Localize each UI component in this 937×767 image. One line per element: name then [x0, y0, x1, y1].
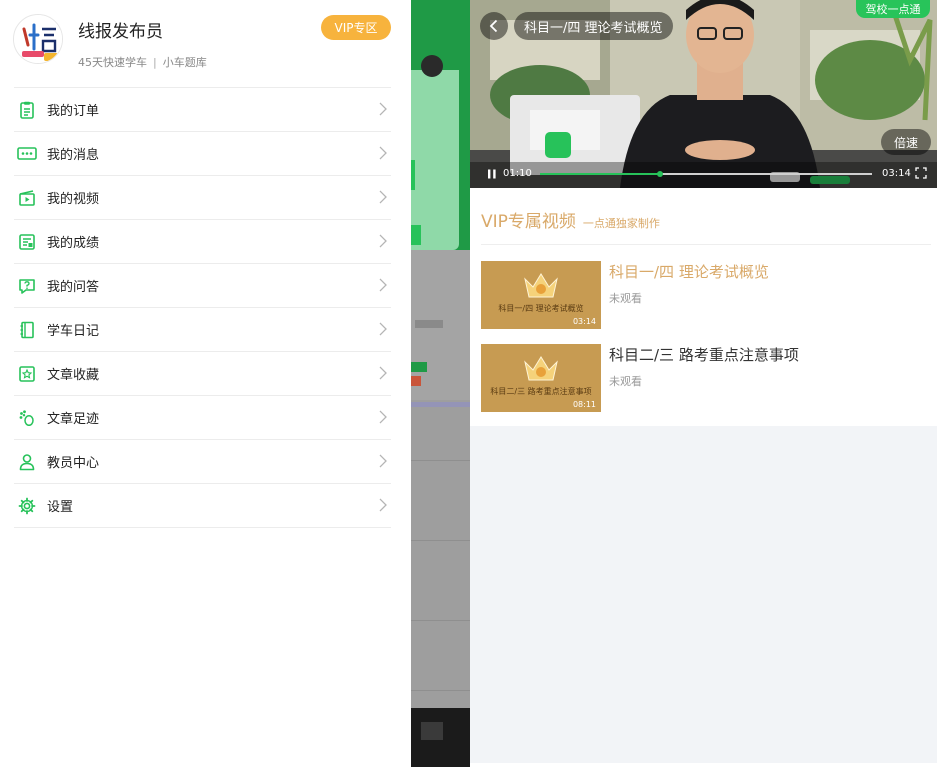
- menu-item-favorites[interactable]: 文章收藏: [14, 352, 391, 396]
- video-item-title: 科目一/四 理论考试概览: [609, 263, 769, 281]
- menu-item-qa[interactable]: 我的问答: [14, 264, 391, 308]
- qa-icon: [17, 276, 37, 296]
- progress-handle[interactable]: [656, 171, 663, 177]
- chevron-right-icon: [379, 454, 387, 468]
- crown-icon: [524, 356, 558, 381]
- menu-item-footprints[interactable]: 文章足迹: [14, 396, 391, 440]
- chevron-right-icon: [379, 278, 387, 292]
- crown-icon: [524, 273, 558, 298]
- user-stats: 45天快速学车 | 小车题库: [78, 54, 207, 70]
- section-subtitle: 一点通独家制作: [582, 217, 660, 230]
- chevron-right-icon: [379, 498, 387, 512]
- video-icon: [17, 188, 37, 208]
- menu-item-coach-center[interactable]: 教员中心: [14, 440, 391, 484]
- empty-area: [470, 426, 937, 763]
- chevron-right-icon: [379, 146, 387, 160]
- section-divider: [481, 244, 931, 245]
- fullscreen-icon[interactable]: [915, 167, 927, 179]
- menu-label-orders: 我的订单: [47, 104, 100, 119]
- progress-slider[interactable]: [540, 171, 872, 177]
- drawer-menu: 我的订单 我的消息 我的视频 我的成绩 我的问答 学车日记 文章收藏 文章足迹 …: [14, 87, 391, 528]
- menu-label-footprints: 文章足迹: [47, 412, 100, 427]
- chevron-right-icon: [379, 322, 387, 336]
- menu-label-videos: 我的视频: [47, 192, 100, 207]
- order-icon: [17, 100, 37, 120]
- diary-icon: [17, 320, 37, 340]
- progress-fill: [540, 173, 660, 175]
- thumbnail-caption: 科目一/四 理论考试概览: [498, 304, 584, 313]
- stat-learn-days: 45天快速学车: [78, 56, 147, 69]
- video-list-item[interactable]: 科目一/四 理论考试概览 03:14 科目一/四 理论考试概览 未观看: [481, 261, 931, 329]
- thumbnail-caption: 科目二/三 路考重点注意事项: [490, 387, 592, 396]
- menu-label-diary: 学车日记: [47, 324, 100, 339]
- chevron-right-icon: [379, 190, 387, 204]
- current-time: 01:10: [503, 168, 532, 179]
- vip-zone-button[interactable]: VIP专区: [321, 15, 391, 40]
- video-title: 科目一/四 理论考试概览: [514, 12, 673, 40]
- menu-item-settings[interactable]: 设置: [14, 484, 391, 528]
- menu-item-diary[interactable]: 学车日记: [14, 308, 391, 352]
- profile-header[interactable]: 线报发布员 45天快速学车 | 小车题库 VIP专区: [0, 0, 411, 86]
- brand-badge: 驾校一点通: [856, 0, 930, 18]
- menu-label-coach-center: 教员中心: [47, 456, 100, 471]
- dimmed-background-page[interactable]: [411, 0, 470, 767]
- chevron-right-icon: [379, 366, 387, 380]
- total-time: 03:14: [882, 168, 911, 179]
- video-thumbnail[interactable]: 科目一/四 理论考试概览 03:14: [481, 261, 601, 329]
- bottom-edge: [470, 763, 937, 767]
- back-button[interactable]: [480, 12, 508, 40]
- watch-status: 未观看: [609, 292, 642, 305]
- menu-item-messages[interactable]: 我的消息: [14, 132, 391, 176]
- menu-label-qa: 我的问答: [47, 280, 100, 295]
- app-root: 线报发布员 45天快速学车 | 小车题库 VIP专区 我的订单 我的消息 我的视…: [0, 0, 937, 767]
- video-thumbnail[interactable]: 科目二/三 路考重点注意事项 08:11: [481, 344, 601, 412]
- gear-icon: [17, 496, 37, 516]
- side-drawer: 线报发布员 45天快速学车 | 小车题库 VIP专区 我的订单 我的消息 我的视…: [0, 0, 411, 767]
- message-icon: [17, 144, 37, 164]
- video-duration: 03:14: [572, 317, 596, 326]
- chevron-right-icon: [379, 102, 387, 116]
- video-item-title: 科目二/三 路考重点注意事项: [609, 346, 799, 364]
- chevron-right-icon: [379, 234, 387, 248]
- video-list-item[interactable]: 科目二/三 路考重点注意事项 08:11 科目二/三 路考重点注意事项 未观看: [481, 344, 931, 412]
- user-name: 线报发布员: [78, 22, 163, 42]
- favorite-icon: [17, 364, 37, 384]
- menu-label-favorites: 文章收藏: [47, 368, 100, 383]
- chevron-left-icon: [489, 19, 498, 33]
- chevron-right-icon: [379, 410, 387, 424]
- menu-item-videos[interactable]: 我的视频: [14, 176, 391, 220]
- avatar[interactable]: [13, 14, 63, 64]
- pause-icon[interactable]: [486, 168, 498, 180]
- player-controls: [470, 162, 937, 188]
- menu-label-messages: 我的消息: [47, 148, 100, 163]
- stat-question-bank[interactable]: 小车题库: [163, 56, 207, 69]
- menu-label-settings: 设置: [47, 500, 74, 515]
- score-icon: [17, 232, 37, 252]
- menu-label-scores: 我的成绩: [47, 236, 100, 251]
- stat-separator: |: [153, 56, 157, 69]
- section-title: VIP专属视频: [481, 212, 576, 232]
- menu-item-orders[interactable]: 我的订单: [14, 88, 391, 132]
- footprint-icon: [17, 408, 37, 428]
- playback-speed-button[interactable]: 倍速: [881, 129, 931, 155]
- section-header: VIP专属视频 一点通独家制作: [481, 207, 660, 232]
- coach-icon: [17, 452, 37, 472]
- watch-status: 未观看: [609, 375, 642, 388]
- video-duration: 08:11: [572, 400, 596, 409]
- menu-item-scores[interactable]: 我的成绩: [14, 220, 391, 264]
